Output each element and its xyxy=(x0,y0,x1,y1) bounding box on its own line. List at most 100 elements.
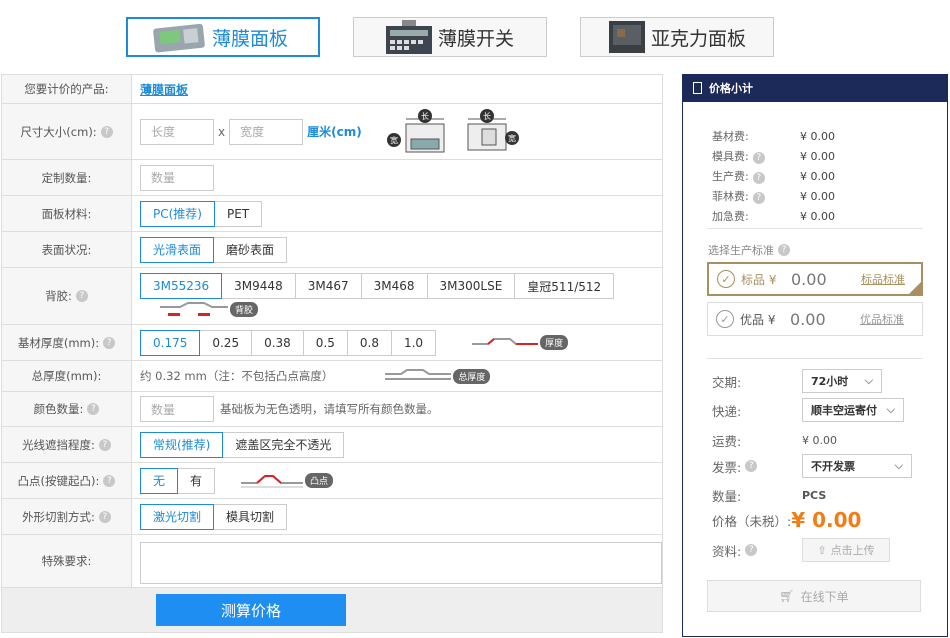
upload-button[interactable]: ⇧ 点击上传 xyxy=(802,538,890,562)
option-10[interactable]: 1.0 xyxy=(390,329,437,356)
tab-label: 薄膜开关 xyxy=(438,27,515,50)
help-icon[interactable]: ? xyxy=(75,290,88,302)
option-05[interactable]: 0.5 xyxy=(302,329,348,356)
special-requirements-textarea[interactable] xyxy=(140,542,662,584)
help-icon[interactable]: ? xyxy=(778,244,790,256)
help-icon[interactable]: ? xyxy=(752,172,765,184)
width-input[interactable]: 宽度 xyxy=(229,118,304,145)
standard-option-premium[interactable]: ✓ 优品 ¥ 0.00 优品标准 xyxy=(707,302,923,336)
option-die[interactable]: 模具切割 xyxy=(213,503,288,530)
row-special: 特殊要求: xyxy=(2,535,662,588)
help-icon[interactable]: ? xyxy=(98,510,111,523)
total-thickness-diagram: 总厚度 xyxy=(383,368,491,384)
fee-item: 加急费: ¥ 0.00 xyxy=(712,206,947,226)
row-quantity: 定制数量: 数量 xyxy=(2,160,662,196)
express-label: 快递: xyxy=(712,403,742,419)
help-icon[interactable]: ? xyxy=(103,336,116,349)
standard-title: 选择生产标准? xyxy=(708,242,790,258)
delivery-row: 交期: 72小时 ⌵ xyxy=(712,369,882,393)
size-diagram: 长 宽 长 宽 xyxy=(386,108,520,155)
color-note: 基础板为无色透明，请填写所有颜色数量。 xyxy=(220,402,439,416)
option-025[interactable]: 0.25 xyxy=(199,329,253,356)
row-bump: 凸点(按键起凸):? 无 有 凸点 xyxy=(2,463,662,499)
tab-acrylic-panel[interactable]: 亚克力面板 xyxy=(580,17,774,57)
product-tabs: 薄膜面板 薄膜开关 亚克力面板 xyxy=(0,17,950,59)
option-3m467[interactable]: 3M467 xyxy=(294,273,362,299)
fee-amount: ¥ 0.00 xyxy=(800,189,835,203)
standard-link[interactable]: 优品标准 xyxy=(860,311,904,327)
adhesive-tag: 背胶 xyxy=(230,301,259,317)
bump-tag: 凸点 xyxy=(305,473,334,488)
color-count-input[interactable]: 数量 xyxy=(140,396,214,422)
help-icon[interactable]: ? xyxy=(103,474,116,487)
label-text: 外形切割方式: xyxy=(22,509,95,524)
invoice-value: 不开发票 xyxy=(811,460,855,473)
option-normal-shading[interactable]: 常规(推荐) xyxy=(140,431,224,458)
product-link[interactable]: 薄膜面板 xyxy=(140,81,188,98)
option-0175[interactable]: 0.175 xyxy=(140,329,201,356)
row-label: 基材厚度(mm):? xyxy=(2,325,132,360)
option-pc[interactable]: PC(推荐) xyxy=(140,200,215,227)
tab-membrane-panel[interactable]: 薄膜面板 xyxy=(126,17,320,57)
times-sign: x xyxy=(218,124,226,139)
standard-link[interactable]: 标品标准 xyxy=(861,271,905,287)
fee-name: 基材费: xyxy=(712,130,749,143)
help-icon[interactable]: ? xyxy=(100,125,113,138)
chevron-down-icon: ⌵ xyxy=(894,459,903,472)
chevron-down-icon: ⌵ xyxy=(864,374,873,387)
option-full-opaque[interactable]: 遮盖区完全不透光 xyxy=(222,431,345,458)
help-icon[interactable]: ? xyxy=(745,544,758,556)
shipping-value: ¥ 0.00 xyxy=(802,434,837,447)
panel-title: 价格小计 xyxy=(709,82,753,95)
help-icon[interactable]: ? xyxy=(752,152,765,164)
help-icon[interactable]: ? xyxy=(87,403,100,415)
help-icon[interactable]: ? xyxy=(752,192,765,204)
option-with-bump[interactable]: 有 xyxy=(177,467,216,494)
calculate-price-button[interactable]: 测算价格 xyxy=(156,594,346,626)
check-icon: ✓ xyxy=(716,310,734,328)
quantity-row: 数量: PCS xyxy=(712,486,826,505)
price-row: 价格（未税）: ¥ 0.00 xyxy=(712,508,861,532)
option-3m468[interactable]: 3M468 xyxy=(360,273,428,299)
price-summary-panel: 价格小计 基材费: ¥ 0.00 模具费:? ¥ 0.00 生产费:? ¥ 0.00 … xyxy=(682,74,948,637)
quantity-input[interactable]: 数量 xyxy=(140,164,214,191)
option-laser[interactable]: 激光切割 xyxy=(140,503,215,530)
option-matte[interactable]: 磨砂表面 xyxy=(213,236,288,263)
standard-name: 优品 ¥ xyxy=(740,312,776,327)
row-thickness: 基材厚度(mm):? 0.175 0.25 0.38 0.5 0.8 1.0 厚… xyxy=(2,325,662,361)
delivery-select[interactable]: 72小时 ⌵ xyxy=(802,369,882,393)
help-icon[interactable]: ? xyxy=(745,460,758,472)
thickness-tag: 厚度 xyxy=(540,335,569,350)
price-label: 价格（未税）: xyxy=(712,513,792,529)
row-label: 表面状况: xyxy=(2,232,132,267)
help-icon[interactable]: ? xyxy=(98,438,111,451)
chevron-down-icon: ⌵ xyxy=(886,403,895,416)
fee-name-text: 生产费: xyxy=(712,170,749,183)
pricing-form: 您要计价的产品: 薄膜面板 尺寸大小(cm):? 长度 x 宽度 厘米(cm) xyxy=(1,74,663,633)
option-pet[interactable]: PET xyxy=(213,200,263,227)
bump-diagram: 凸点 xyxy=(239,473,334,489)
row-label: 总厚度(mm): xyxy=(2,361,132,391)
fee-item: 基材费: ¥ 0.00 xyxy=(712,126,947,146)
option-smooth[interactable]: 光滑表面 xyxy=(140,236,215,263)
option-crown[interactable]: 皇冠511/512 xyxy=(514,273,615,299)
option-no-bump[interactable]: 无 xyxy=(140,467,179,494)
express-select[interactable]: 顺丰空运寄付 ⌵ xyxy=(802,398,904,422)
option-3m9448[interactable]: 3M9448 xyxy=(221,273,296,299)
cart-icon: 🛒︎ xyxy=(779,589,795,603)
option-3m300lse[interactable]: 3M300LSE xyxy=(426,273,516,299)
row-label: 外形切割方式:? xyxy=(2,499,132,534)
option-08[interactable]: 0.8 xyxy=(346,329,392,356)
delivery-value: 72小时 xyxy=(811,375,849,388)
row-total-thickness: 总厚度(mm): 约 0.32 mm（注：不包括凸点高度） 总厚度 xyxy=(2,361,662,392)
option-3m55236[interactable]: 3M55236 xyxy=(140,273,223,299)
label-text: 尺寸大小(cm): xyxy=(20,124,97,139)
fee-item: 生产费:? ¥ 0.00 xyxy=(712,166,947,186)
length-input[interactable]: 长度 xyxy=(140,118,214,145)
tab-membrane-switch[interactable]: 薄膜开关 xyxy=(353,17,547,57)
standard-option-basic[interactable]: ✓ 标品 ¥ 0.00 标品标准 xyxy=(707,262,923,296)
order-online-button[interactable]: 🛒︎ 在线下单 xyxy=(707,580,921,612)
unit-label: 厘米(cm) xyxy=(307,125,362,139)
option-038[interactable]: 0.38 xyxy=(251,329,304,356)
invoice-select[interactable]: 不开发票 ⌵ xyxy=(802,454,912,478)
